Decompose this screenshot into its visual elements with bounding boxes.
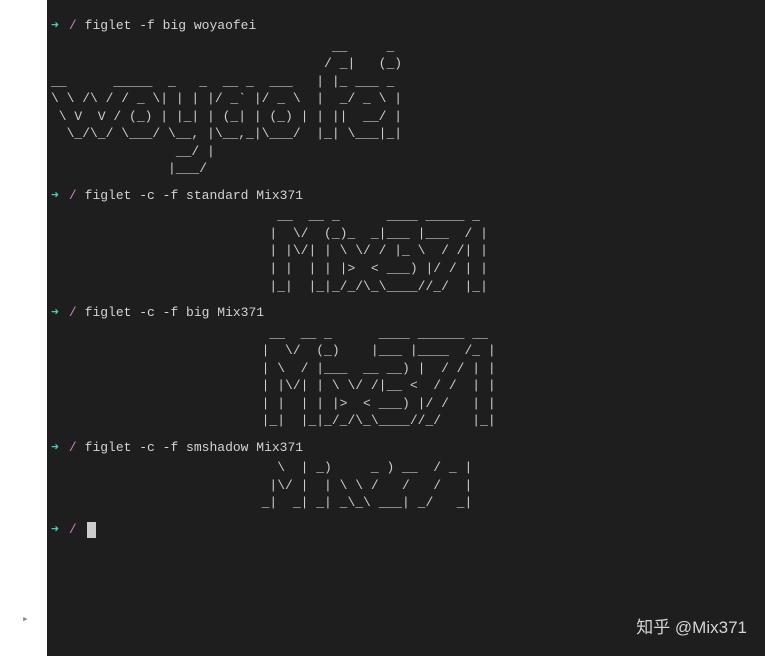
watermark-text: 知乎 @Mix371 xyxy=(636,613,747,638)
prompt-arrow-icon: ➜ xyxy=(51,520,59,540)
prompt-line: ➜ / figlet -f big woyaofei xyxy=(51,16,761,36)
gutter-expand-icon: ▸ xyxy=(22,612,29,626)
prompt-line: ➜ / figlet -c -f big Mix371 xyxy=(51,303,761,323)
terminal-content: ➜ / figlet -f big woyaofei __ _ / _| (_)… xyxy=(47,0,765,548)
prompt-path: / xyxy=(69,303,77,323)
command-text: figlet -c -f standard Mix371 xyxy=(85,186,303,206)
command-text: figlet -c -f smshadow Mix371 xyxy=(85,438,303,458)
prompt-path: / xyxy=(69,186,77,206)
editor-gutter: ▸ xyxy=(0,0,47,656)
prompt-arrow-icon: ➜ xyxy=(51,16,59,36)
prompt-line: ➜ / figlet -c -f standard Mix371 xyxy=(51,186,761,206)
prompt-path: / xyxy=(69,16,77,36)
prompt-line: ➜ / xyxy=(51,520,761,540)
terminal-cursor[interactable] xyxy=(87,522,96,538)
prompt-path: / xyxy=(69,520,77,540)
prompt-arrow-icon: ➜ xyxy=(51,303,59,323)
ascii-output: \ | _) _ ) __ / _ | |\/ | | \ \ / / / | … xyxy=(51,459,761,512)
prompt-line: ➜ / figlet -c -f smshadow Mix371 xyxy=(51,438,761,458)
ascii-output: __ _ / _| (_) __ _____ _ _ __ _ ___ | |_… xyxy=(51,38,761,178)
command-text: figlet -f big woyaofei xyxy=(85,16,257,36)
ascii-output: __ __ _ ____ _____ _ | \/ (_)_ _|___ |__… xyxy=(51,207,761,295)
prompt-path: / xyxy=(69,438,77,458)
command-text: figlet -c -f big Mix371 xyxy=(85,303,264,323)
ascii-output: __ __ _ ____ ______ __ | \/ (_) |___ |__… xyxy=(51,325,761,430)
terminal-panel[interactable]: ➜ / figlet -f big woyaofei __ _ / _| (_)… xyxy=(47,0,765,656)
prompt-arrow-icon: ➜ xyxy=(51,438,59,458)
prompt-arrow-icon: ➜ xyxy=(51,186,59,206)
